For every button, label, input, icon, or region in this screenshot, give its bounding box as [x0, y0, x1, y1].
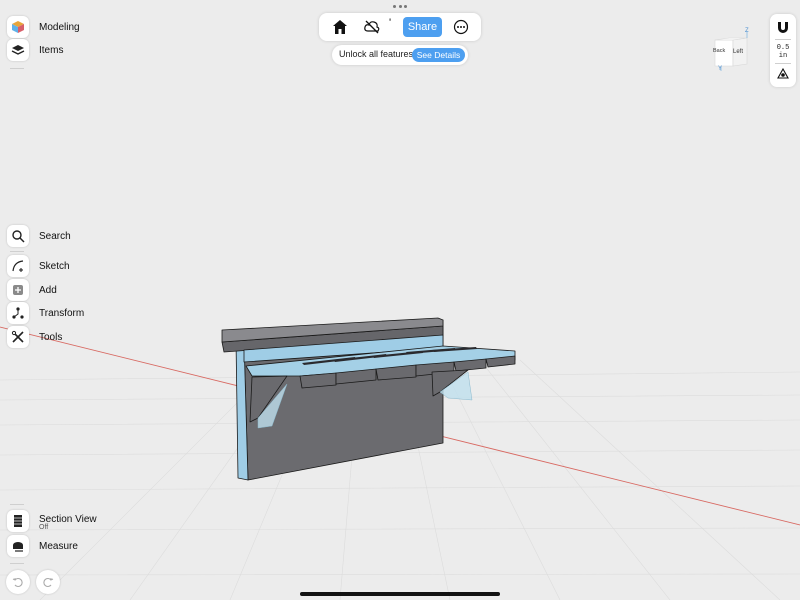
- axis-z-label: Z: [745, 28, 749, 34]
- divider: [10, 68, 24, 69]
- snap-icon: [777, 67, 789, 79]
- search-icon: [12, 230, 25, 243]
- transform-icon: [12, 307, 24, 319]
- sketch-button[interactable]: [7, 255, 29, 277]
- unlock-banner: Unlock all features See Details: [332, 45, 468, 65]
- undo-icon: [12, 577, 23, 588]
- search-label[interactable]: Search: [39, 231, 71, 242]
- top-toolbar: ' Share: [319, 13, 481, 41]
- axis-y-label: Y: [718, 66, 723, 72]
- add-icon: [13, 285, 23, 295]
- more-icon: [453, 19, 469, 35]
- redo-icon: [43, 577, 54, 588]
- magnet-button[interactable]: [775, 19, 791, 35]
- multitask-handle[interactable]: [393, 5, 407, 9]
- sketch-label[interactable]: Sketch: [39, 261, 70, 272]
- viewport[interactable]: [0, 0, 800, 600]
- measure-label[interactable]: Measure: [39, 541, 78, 552]
- tools-icon: [11, 330, 24, 343]
- magnet-icon: [778, 22, 788, 33]
- items-label[interactable]: Items: [39, 45, 63, 56]
- redo-button[interactable]: [36, 570, 60, 594]
- share-button[interactable]: Share: [403, 17, 442, 37]
- add-button[interactable]: [7, 279, 29, 301]
- view-cube[interactable]: Back Left Z Y: [707, 28, 757, 74]
- more-button[interactable]: [452, 18, 470, 36]
- grid-size-value: 0.5: [776, 44, 790, 52]
- modeling-cube-icon: [12, 21, 24, 33]
- shelf-model[interactable]: [221, 317, 516, 481]
- undo-button[interactable]: [6, 570, 30, 594]
- items-button[interactable]: [7, 39, 29, 61]
- measure-button[interactable]: [7, 535, 29, 557]
- divider: [10, 563, 24, 564]
- snap-button[interactable]: [775, 66, 791, 82]
- tools-label[interactable]: Tools: [39, 332, 62, 343]
- modeling-label[interactable]: Modeling: [39, 22, 80, 33]
- tools-button[interactable]: [7, 326, 29, 348]
- status-mark: ': [389, 17, 392, 29]
- divider: [10, 251, 24, 252]
- home-icon: [333, 20, 347, 34]
- cloud-off-icon: [364, 20, 380, 34]
- layers-icon: [11, 45, 25, 55]
- measure-icon: [13, 542, 23, 552]
- divider: [775, 39, 791, 40]
- grid-size-unit: in: [778, 52, 788, 60]
- section-view-icon: [14, 515, 22, 527]
- home-button[interactable]: [331, 18, 349, 36]
- unlock-text: Unlock all features: [339, 49, 414, 59]
- view-cube-left-face[interactable]: Left: [733, 49, 743, 55]
- transform-button[interactable]: [7, 302, 29, 324]
- transform-label[interactable]: Transform: [39, 308, 84, 319]
- sketch-icon: [12, 260, 24, 272]
- home-indicator[interactable]: [300, 592, 500, 596]
- divider: [775, 63, 791, 64]
- search-button[interactable]: [7, 225, 29, 247]
- modeling-button[interactable]: [7, 16, 29, 38]
- divider: [10, 504, 24, 505]
- cloud-sync-button[interactable]: [363, 18, 381, 36]
- snap-panel: 0.5 in: [770, 14, 796, 87]
- section-view-button[interactable]: [7, 510, 29, 532]
- add-label[interactable]: Add: [39, 285, 57, 296]
- view-cube-back-face[interactable]: Back: [713, 48, 725, 54]
- see-details-button[interactable]: See Details: [412, 48, 465, 62]
- section-view-state: Off: [39, 524, 49, 531]
- grid-size-readout[interactable]: 0.5 in: [773, 44, 793, 60]
